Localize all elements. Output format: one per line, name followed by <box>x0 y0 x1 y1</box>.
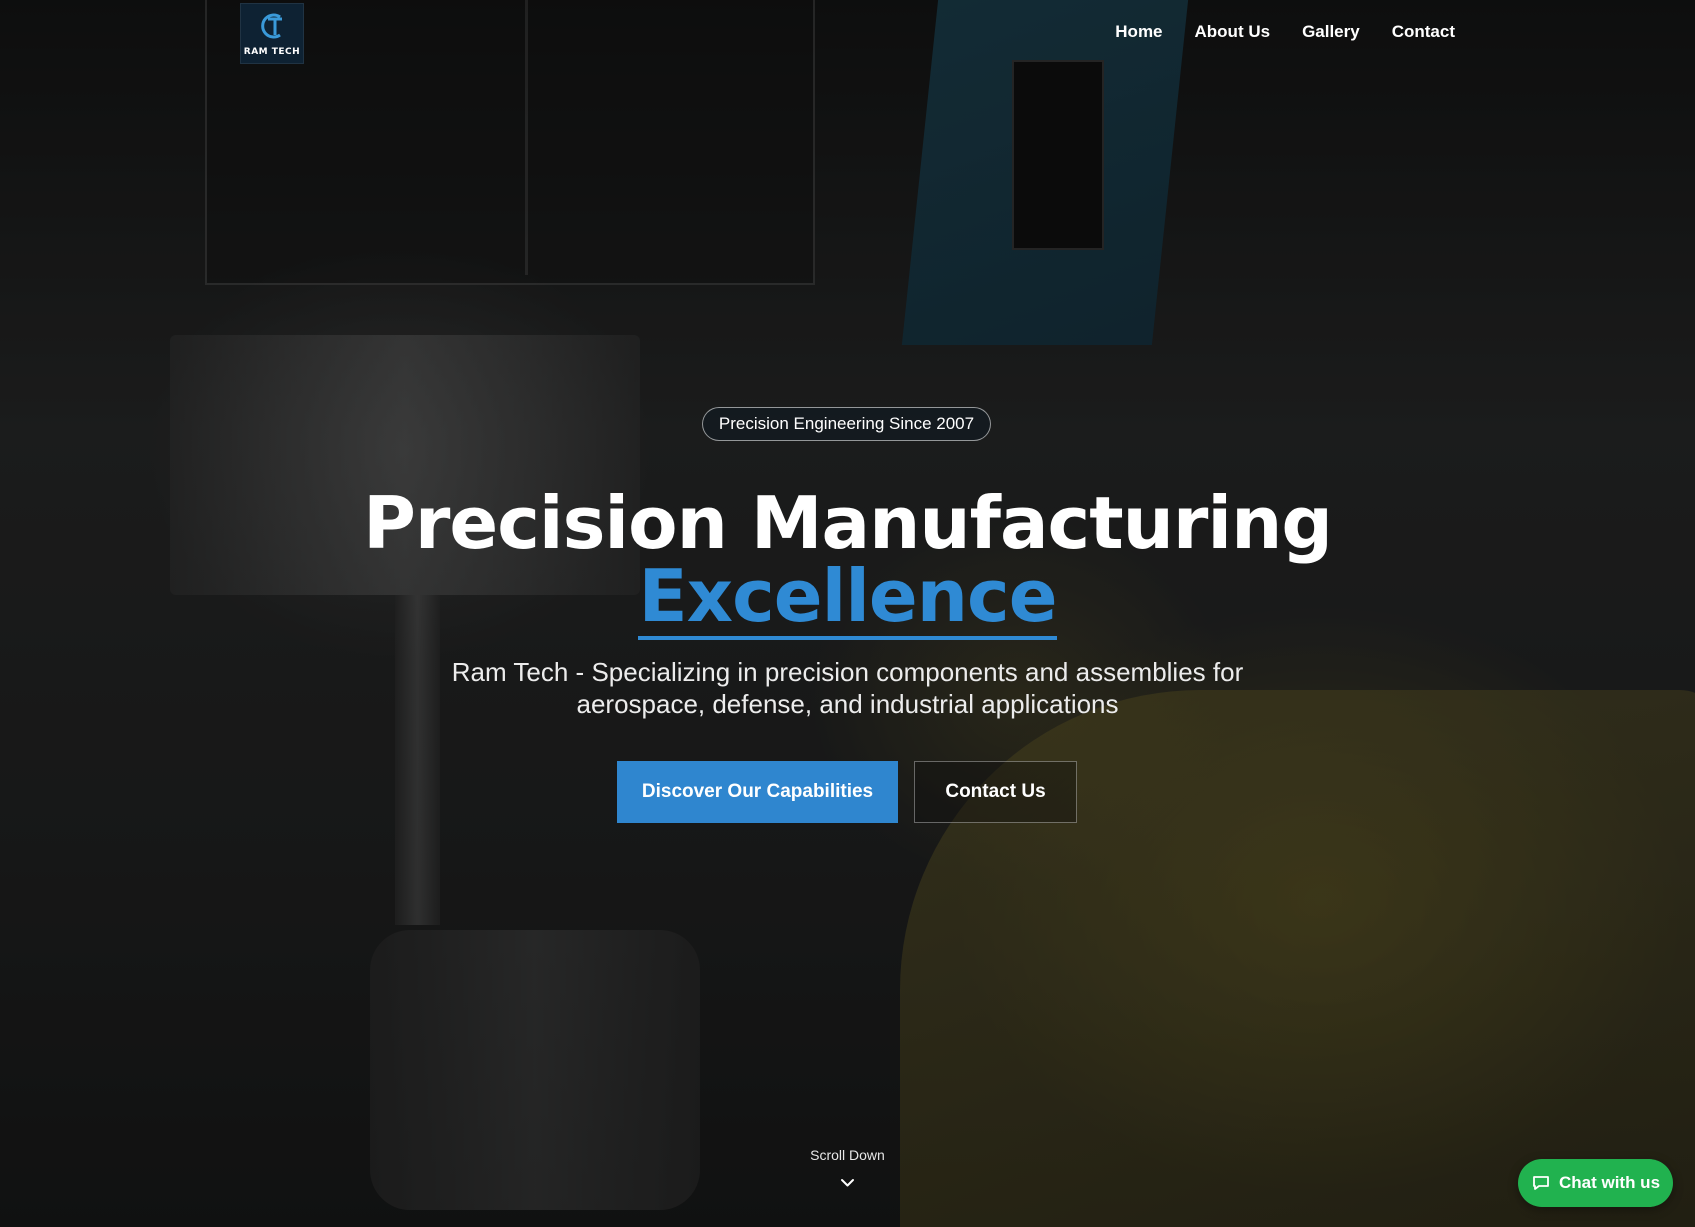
nav-gallery[interactable]: Gallery <box>1302 22 1360 42</box>
logo[interactable]: RAM TECH <box>240 3 304 64</box>
hero-badge: Precision Engineering Since 2007 <box>702 407 991 441</box>
main-nav: Home About Us Gallery Contact <box>1115 22 1455 42</box>
hero-section: RAM TECH Home About Us Gallery Contact P… <box>0 0 1695 1227</box>
nav-home[interactable]: Home <box>1115 22 1162 42</box>
discover-capabilities-button[interactable]: Discover Our Capabilities <box>617 761 898 823</box>
hero-title-accent-wrap: Excellence <box>0 558 1695 640</box>
logo-text: RAM TECH <box>243 47 301 57</box>
nav-about-us[interactable]: About Us <box>1195 22 1271 42</box>
nav-contact[interactable]: Contact <box>1392 22 1455 42</box>
chat-label: Chat with us <box>1558 1173 1661 1192</box>
scroll-down-label[interactable]: Scroll Down <box>0 1147 1695 1163</box>
hero-subtitle: Ram Tech - Specializing in precision com… <box>451 657 1244 719</box>
chat-bubble-icon <box>1533 1176 1549 1190</box>
hero-title-accent: Excellence <box>638 554 1058 640</box>
logo-mark-icon <box>261 13 282 39</box>
chevron-down-icon[interactable] <box>840 1178 855 1188</box>
chat-button[interactable]: Chat with us <box>1518 1159 1673 1207</box>
contact-us-button[interactable]: Contact Us <box>914 761 1077 823</box>
hero-title: Precision Manufacturing <box>363 481 1333 565</box>
